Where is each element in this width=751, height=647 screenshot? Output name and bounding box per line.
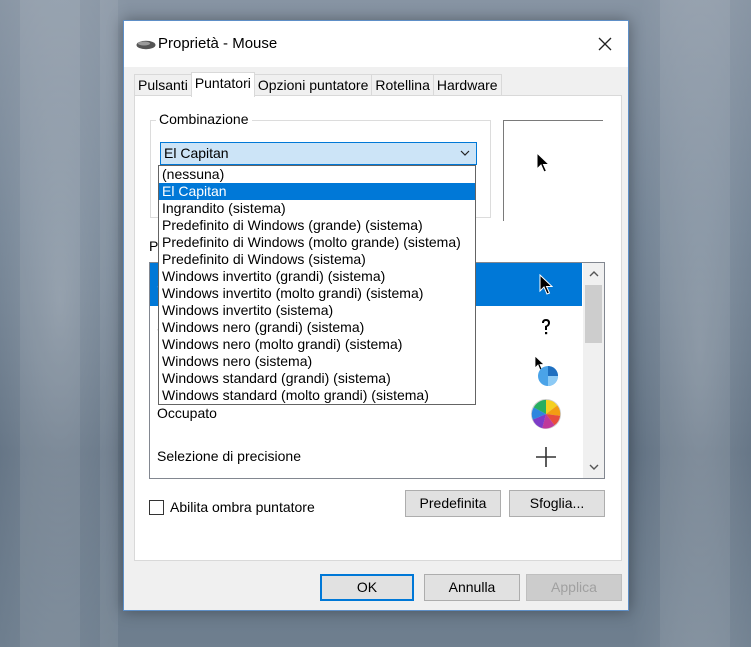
apply-button[interactable]: Applica [526,574,622,601]
scheme-option[interactable]: Ingrandito (sistema) [159,200,475,217]
cursor-preview [503,120,603,221]
close-button[interactable] [582,21,628,67]
scheme-option[interactable]: Windows nero (molto grandi) (sistema) [159,336,475,353]
scheme-option[interactable]: Predefinito di Windows (grande) (sistema… [159,217,475,234]
scheme-option[interactable]: Windows standard (grandi) (sistema) [159,370,475,387]
cursor-row-label: Selezione di precisione [157,448,301,464]
scheme-option[interactable]: Windows invertito (molto grandi) (sistem… [159,285,475,302]
scheme-combobox[interactable]: El Capitan [160,142,477,165]
arrow-cursor-icon [530,269,562,301]
close-icon [598,37,612,51]
tab-opzioni-puntatore[interactable]: Opzioni puntatore [253,74,373,96]
tab-hardware[interactable]: Hardware [432,74,502,96]
pointer-shadow-label: Abilita ombra puntatore [170,499,315,515]
scheme-option[interactable]: (nessuna) [159,166,475,183]
scroll-down-button[interactable] [583,457,604,478]
tab-pulsanti[interactable]: Pulsanti [134,74,192,96]
window-title: Proprietà - Mouse [158,35,278,52]
scheme-option[interactable]: Windows nero (sistema) [159,353,475,370]
pointer-shadow-option[interactable]: Abilita ombra puntatore [149,499,315,515]
scroll-up-button[interactable] [583,263,604,284]
scheme-option-selected[interactable]: El Capitan [159,183,475,200]
arrow-cursor-icon [536,152,550,173]
chevron-down-icon [589,464,598,470]
scheme-dropdown-list[interactable]: (nessuna) El Capitan Ingrandito (sistema… [158,165,476,405]
chevron-down-icon [460,150,470,156]
scheme-option[interactable]: Windows standard (molto grandi) (sistema… [159,387,475,404]
working-in-background-cursor-icon [530,355,562,387]
busy-spinner-cursor-icon [530,398,562,430]
cursor-row-precision[interactable]: Selezione di precisione [150,435,582,478]
scheme-option[interactable]: Windows invertito (sistema) [159,302,475,319]
tab-puntatori[interactable]: Puntatori [190,72,255,97]
use-default-button[interactable]: Predefinita [405,490,501,517]
scheme-option[interactable]: Windows nero (grandi) (sistema) [159,319,475,336]
scheme-option[interactable]: Predefinito di Windows (sistema) [159,251,475,268]
cursor-list-scrollbar[interactable] [583,263,604,478]
ok-button[interactable]: OK [320,574,414,601]
scheme-option[interactable]: Predefinito di Windows (molto grande) (s… [159,234,475,251]
scroll-thumb[interactable] [585,285,602,343]
crosshair-cursor-icon [530,441,562,473]
help-cursor-icon [530,312,562,344]
tab-strip: Pulsanti Puntatori Opzioni puntatore Rot… [134,72,502,97]
scheme-group-label: Combinazione [156,111,252,127]
chevron-up-icon [589,271,598,277]
tab-rotellina[interactable]: Rotellina [371,74,434,96]
cursor-row-label: Occupato [157,405,217,421]
pointer-shadow-checkbox[interactable] [149,499,164,515]
mouse-icon [136,40,156,50]
scheme-combobox-value: El Capitan [164,145,229,161]
title-bar[interactable]: Proprietà - Mouse [124,21,628,67]
browse-button[interactable]: Sfoglia... [509,490,605,517]
scheme-option[interactable]: Windows invertito (grandi) (sistema) [159,268,475,285]
cancel-button[interactable]: Annulla [424,574,520,601]
